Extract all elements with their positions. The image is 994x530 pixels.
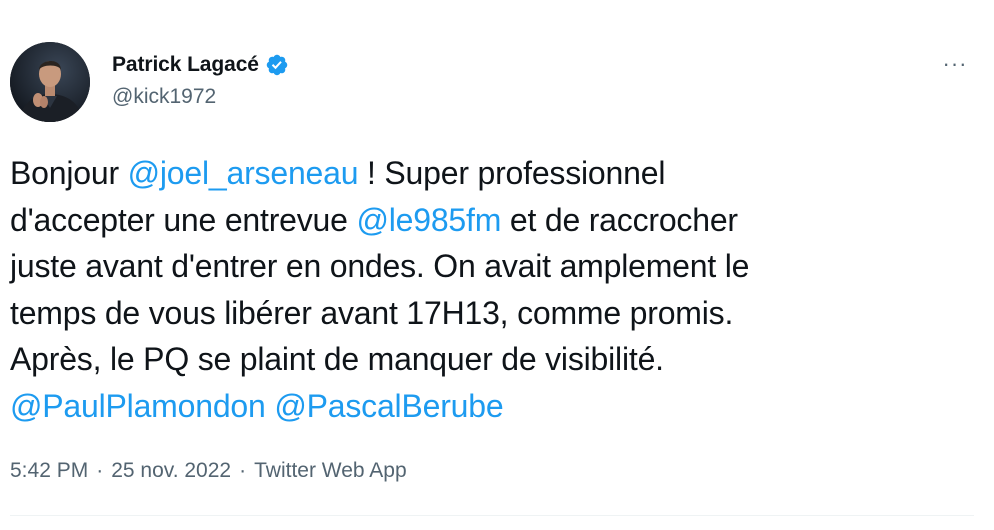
tweet-text-line: Bonjour @joel_arseneau ! Super professio…	[10, 150, 970, 197]
tweet-date[interactable]: 25 nov. 2022	[111, 459, 231, 483]
tweet-text-fragment: ! Super professionnel	[358, 155, 666, 191]
tweet-text-fragment: d'accepter une entrevue	[10, 201, 357, 238]
tweet-text-line: @PaulPlamondon @PascalBerube	[10, 383, 970, 430]
mention-link[interactable]: @le985fm	[356, 202, 501, 238]
tweet-text-line: Après, le PQ se plaint de manquer de vis…	[10, 336, 970, 383]
tweet-text-fragment: temps de vous libérer avant 17H13, comme…	[10, 294, 734, 331]
tweet-text: Bonjour @joel_arseneau ! Super professio…	[10, 150, 970, 429]
tweet-text-fragment: Après, le PQ se plaint de manquer de vis…	[10, 341, 664, 377]
meta-separator: ·	[96, 459, 104, 482]
more-options-icon[interactable]: ···	[938, 50, 972, 78]
tweet-card: Patrick Lagacé @kick1972 ··· Bonjour @jo…	[0, 0, 994, 530]
tweet-text-line: juste avant d'entrer en ondes. On avait …	[10, 243, 970, 290]
mention-link[interactable]: @joel_arseneau	[128, 155, 359, 191]
avatar-image	[10, 42, 90, 122]
author-display-name[interactable]: Patrick Lagacé	[112, 53, 259, 77]
tweet-text-line: temps de vous libérer avant 17H13, comme…	[10, 290, 970, 337]
tweet-text-fragment: et de raccrocher	[501, 201, 738, 238]
tweet-text-fragment: Bonjour	[10, 155, 128, 191]
tweet-meta: 5:42 PM · 25 nov. 2022 · Twitter Web App	[10, 455, 407, 487]
verified-badge-icon	[265, 53, 289, 77]
tweet-text-line: d'accepter une entrevue @le985fm et de r…	[10, 197, 970, 244]
author-name-row: Patrick Lagacé	[112, 50, 289, 80]
tweet-time[interactable]: 5:42 PM	[10, 459, 88, 483]
author-handle[interactable]: @kick1972	[112, 85, 216, 109]
mention-link[interactable]: @PaulPlamondon	[10, 388, 266, 424]
tweet-text-fragment: juste avant d'entrer en ondes. On avait …	[10, 248, 750, 284]
tweet-source[interactable]: Twitter Web App	[254, 459, 407, 483]
meta-separator: ·	[239, 459, 247, 482]
mention-link[interactable]: @PascalBerube	[274, 388, 503, 424]
avatar[interactable]	[10, 42, 90, 122]
divider	[10, 515, 974, 516]
